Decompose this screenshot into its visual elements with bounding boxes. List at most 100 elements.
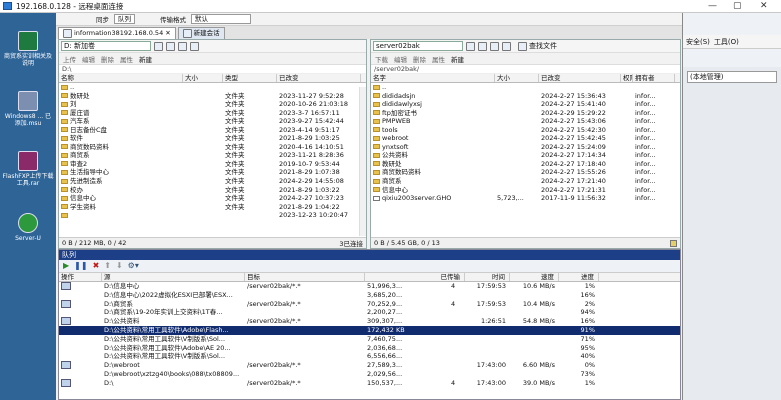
queue-row[interactable]: D:\webroot\xztzg40\books\088\tx08809... 2…	[59, 370, 680, 379]
tab-new-session[interactable]: 新建会话	[177, 27, 225, 39]
pause-icon[interactable]: ❚❚	[74, 262, 87, 270]
close-icon[interactable]: ✕	[760, 1, 768, 11]
col-speed[interactable]: 速度	[510, 273, 559, 281]
queue-row[interactable]: D:\公共资料\常用工具软件\V制版系\Sol... 6,556,66... 40%	[59, 352, 680, 361]
queue-options-icon[interactable]: ⚙▾	[128, 262, 139, 270]
list-item[interactable]: qixiu2003server.GHO 5,723,... 2017-11-9 11…	[371, 194, 680, 203]
sync-button[interactable]: 同步	[96, 14, 109, 24]
local-drive-select[interactable]: D: 新加卷	[61, 41, 151, 51]
list-item[interactable]: 日志备份C盘 文件夹 2023-4-14 9:51:17	[59, 126, 366, 135]
folder-open-icon[interactable]	[154, 41, 163, 51]
list-item[interactable]: 厦庄谱 文件夹 2023-3-7 16:57:11	[59, 109, 366, 118]
list-item[interactable]: 汽车系 文件夹 2023-9-27 15:42:44	[59, 117, 366, 126]
menu-tools[interactable]: 工具(O)	[714, 37, 739, 47]
download-button[interactable]: 下载	[375, 54, 388, 64]
maximize-icon[interactable]: ▢	[733, 1, 742, 11]
col-permissions[interactable]: 权限	[621, 74, 633, 82]
find-files-button[interactable]: 查找文件	[518, 41, 557, 51]
list-item[interactable]: 生活指导中心 文件夹 2021-8-29 1:07:38	[59, 168, 366, 177]
properties-button[interactable]: 属性	[120, 54, 133, 64]
new-button[interactable]: 新建	[139, 54, 152, 64]
bg-window-field[interactable]: (本地管理)	[687, 71, 777, 83]
list-item[interactable]: dididawlyxsj 2024-2-27 15:41:40 infor...	[371, 100, 680, 109]
col-target[interactable]: 目标	[245, 273, 365, 281]
refresh-icon[interactable]	[190, 41, 199, 51]
minimize-icon[interactable]: —	[708, 1, 717, 11]
home-icon[interactable]	[490, 41, 499, 51]
list-item[interactable]: 软件 文件夹 2021-8-29 1:03:25	[59, 134, 366, 143]
folder-open-icon[interactable]	[466, 41, 475, 51]
list-item[interactable]: webroot 2024-2-27 15:42:45 infor...	[371, 134, 680, 143]
move-down-icon[interactable]: ⬇	[116, 262, 123, 270]
upload-button[interactable]: 上传	[63, 54, 76, 64]
col-size[interactable]: 大小	[495, 74, 539, 82]
queue-toggle-button[interactable]: 队列	[114, 14, 135, 24]
desktop-icon-doc[interactable]: 商贸系实训相关及说明	[2, 31, 54, 67]
delete-button[interactable]: 删除	[413, 54, 426, 64]
list-item[interactable]: 公共资料 2024-2-27 17:14:34 infor...	[371, 151, 680, 160]
delete-button[interactable]: 删除	[101, 54, 114, 64]
transfer-format-select[interactable]: 默认	[191, 14, 251, 24]
queue-row[interactable]: D:\webroot/server02bak/*.* 27,589,3... 17:…	[59, 361, 680, 370]
list-item[interactable]: 信息中心 2024-2-27 17:21:31 infor...	[371, 186, 680, 195]
list-item[interactable]: 审查2 文件夹 2019-10-7 9:53:44	[59, 160, 366, 169]
col-size[interactable]: 大小	[183, 74, 223, 82]
queue-row[interactable]: D:\公共资料/server02bak/*.* 309,307,... 1:26:5…	[59, 317, 680, 326]
home-icon[interactable]	[178, 41, 187, 51]
list-item[interactable]: 数研处 文件夹 2023-11-27 9:52:28	[59, 92, 366, 101]
properties-button[interactable]: 属性	[432, 54, 445, 64]
remote-dir-select[interactable]: server02bak	[373, 41, 463, 51]
list-item[interactable]: 学生资料 文件夹 2021-8-29 1:04:22	[59, 203, 366, 212]
list-item[interactable]: 商贸数码资料 2024-2-27 15:55:26 infor...	[371, 168, 680, 177]
new-button[interactable]: 新建	[451, 54, 464, 64]
col-source[interactable]: 源	[102, 273, 245, 281]
list-item[interactable]: 商贸系 文件夹 2023-11-21 8:28:36	[59, 151, 366, 160]
col-type[interactable]: 类型	[223, 74, 277, 82]
move-up-icon[interactable]: ⬆	[104, 262, 111, 270]
list-item[interactable]: 商贸数码资料 文件夹 2020-4-16 14:10:51	[59, 143, 366, 152]
local-scrollbar[interactable]	[359, 87, 366, 236]
close-tab-icon[interactable]: ✕	[165, 28, 170, 39]
list-item[interactable]: 2023-12-23 10:20:47	[59, 211, 366, 220]
edit-button[interactable]: 编辑	[394, 54, 407, 64]
queue-row[interactable]: D:\公共资料\常用工具软件\Adobe\Flash... 172,432 KB 9…	[59, 325, 680, 335]
desktop-icon-rar[interactable]: FlashFXP上传下载工具.rar	[2, 151, 54, 187]
stop-icon[interactable]: ✖	[93, 262, 100, 270]
col-name[interactable]: 名字	[371, 74, 495, 82]
refresh-icon[interactable]	[502, 41, 511, 51]
col-name[interactable]: 名称	[59, 74, 183, 82]
col-modified[interactable]: 已改变	[277, 74, 361, 82]
col-modified[interactable]: 已改变	[539, 74, 621, 82]
col-transferred[interactable]: 已传输	[365, 273, 465, 281]
queue-row[interactable]: D:\ /server02bak/*.* 150,537,... 4 17:43:00 3…	[59, 378, 680, 388]
menu-security[interactable]: 安全(S)	[686, 37, 710, 47]
list-item[interactable]: 校办 文件夹 2021-8-29 1:03:22	[59, 186, 366, 195]
queue-row[interactable]: D:\信息中心\2022虚拟化ESXI已部署\ESX... 3,685,20...…	[59, 291, 680, 300]
list-item[interactable]: tools 2024-2-27 15:42:30 infor...	[371, 126, 680, 135]
col-time[interactable]: 时间	[465, 273, 510, 281]
desktop-icon-serveru[interactable]: Server-U	[2, 213, 54, 242]
list-item[interactable]: PMPWEB 2024-2-27 15:43:06 infor...	[371, 117, 680, 126]
queue-row[interactable]: D:\信息中心/server02bak/*.* 51,996,3... 4 17:59…	[59, 282, 680, 291]
list-item[interactable]: 先进制造系 文件夹 2024-2-29 14:55:08	[59, 177, 366, 186]
edit-button[interactable]: 编辑	[82, 54, 95, 64]
desktop-icon-installer[interactable]: Windows8 ... 已添加.msu	[2, 91, 54, 127]
list-item[interactable]: 教研处 2024-2-27 17:18:40 infor...	[371, 160, 680, 169]
col-owner[interactable]: 拥有者	[633, 74, 675, 82]
list-item[interactable]: ftp加密证书 2024-2-29 15:29:22 infor...	[371, 109, 680, 118]
queue-row[interactable]: D:\商贸系/server02bak/*.* 70,252,9... 4 17:59:…	[59, 299, 680, 309]
queue-row[interactable]: D:\商贸系\19-20年实训上交资料\1T春... 2,200,27... 94%	[59, 308, 680, 317]
queue-row[interactable]: D:\公共资料\常用工具软件\Adobe\AE 20... 2,036,68...…	[59, 344, 680, 353]
list-item[interactable]: dididadsjn 2024-2-27 15:36:43 infor...	[371, 92, 680, 101]
filter-icon[interactable]	[166, 41, 175, 51]
queue-row[interactable]: D:\公共资料\常用工具软件\V制版系\Sol... 7,460,75... 71%	[59, 335, 680, 344]
col-operation[interactable]: 操作	[59, 273, 102, 281]
list-item[interactable]: ..	[371, 83, 680, 92]
play-icon[interactable]: ▶	[63, 262, 69, 270]
filter-icon[interactable]	[478, 41, 487, 51]
tab-session[interactable]: information38192.168.0.54 ✕	[58, 27, 176, 39]
list-item[interactable]: ynxtsoft 2024-2-27 15:24:09 infor...	[371, 143, 680, 152]
list-item[interactable]: 商贸系 2024-2-27 17:21:40 infor...	[371, 177, 680, 186]
list-item[interactable]: 信息中心 文件夹 2024-2-27 10:37:23	[59, 194, 366, 203]
list-item[interactable]: ..	[59, 83, 366, 92]
